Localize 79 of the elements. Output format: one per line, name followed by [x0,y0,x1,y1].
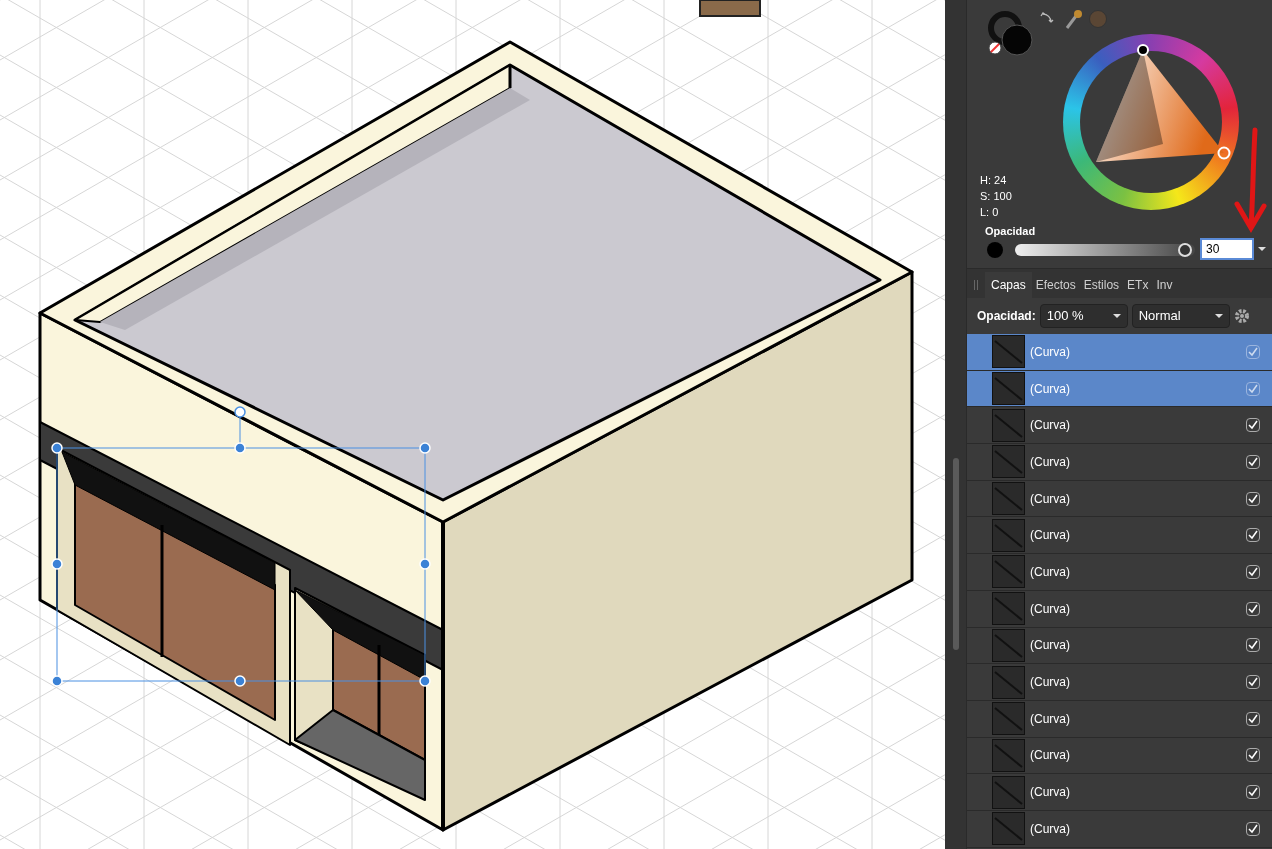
layer-row[interactable]: (Curva) [967,554,1272,591]
box-drawing [699,0,761,17]
visibility-checkbox[interactable] [1246,491,1260,506]
visibility-checkbox[interactable] [1246,638,1260,653]
layer-thumbnail [992,738,1025,772]
panel-tab[interactable]: Capas [985,272,1032,298]
color-value-label: L: 0 [980,205,1000,220]
layer-row[interactable]: (Curva) [967,627,1272,665]
layer-row[interactable]: (Curva) [967,517,1272,555]
visibility-checkbox[interactable] [1246,564,1260,579]
layer-name: (Curva) [1030,600,1071,618]
color-swatch[interactable] [1089,10,1107,28]
layer-row[interactable]: (Curva) [967,480,1272,518]
layer-row[interactable]: (Curva) [967,810,1272,848]
color-value-label: H: 24 [980,173,1008,188]
visibility-checkbox[interactable] [1246,381,1260,396]
layer-name: (Curva) [1030,674,1071,692]
layer-thumbnail [992,445,1025,479]
layer-thumbnail [992,702,1025,736]
panel-tab[interactable]: Efectos [1031,272,1080,298]
stroke-fill-swatch[interactable] [985,10,1035,58]
color-value-label: S: 100 [980,189,1012,204]
panel-tab[interactable]: Estilos [1079,272,1124,298]
selection-box[interactable] [51,406,431,687]
visibility-checkbox[interactable] [1246,418,1260,433]
layer-row[interactable]: (Curva) [967,664,1272,701]
layer-name: (Curva) [1030,490,1071,508]
visibility-checkbox[interactable] [1246,344,1260,359]
visibility-checkbox[interactable] [1246,528,1260,543]
layer-row[interactable]: (Curva) [967,774,1272,811]
blend-mode-dropdown[interactable]: Normal [1131,304,1230,328]
layer-row[interactable]: (Curva) [967,444,1272,481]
layer-thumbnail [992,408,1025,442]
layer-name: (Curva) [1030,453,1071,471]
layer-name: (Curva) [1030,527,1071,545]
visibility-checkbox[interactable] [1246,711,1260,726]
scrollbar-thumb[interactable] [953,458,959,650]
visibility-checkbox[interactable] [1246,821,1260,836]
layer-thumbnail [992,482,1025,516]
opacity-slider[interactable] [1015,244,1195,256]
layer-thumbnail [992,372,1025,406]
layer-name: (Curva) [1030,747,1071,765]
layer-thumbnail [992,628,1025,662]
visibility-checkbox[interactable] [1246,454,1260,469]
opacity-dropdown[interactable]: 100 % [1039,304,1128,328]
layer-thumbnail [992,775,1025,809]
visibility-checkbox[interactable] [1246,748,1260,763]
opacity-label: Opacidad [985,224,1036,239]
settings-icon[interactable] [1233,308,1250,324]
slider-thumb[interactable] [1177,243,1192,257]
layer-row[interactable]: (Curva) [967,370,1272,408]
opacity-label: Opacidad: [977,308,1036,325]
visibility-checkbox[interactable] [1246,601,1260,616]
panel-tab[interactable]: ETx [1123,272,1153,298]
layer-name: (Curva) [1030,820,1071,838]
layer-name: (Curva) [1030,380,1071,398]
swap-icon[interactable] [1040,11,1054,25]
visibility-checkbox[interactable] [1246,675,1260,690]
layer-row[interactable]: (Curva) [967,590,1272,628]
layer-name: (Curva) [1030,637,1071,655]
layer-row[interactable]: (Curva) [967,407,1272,445]
layer-name: (Curva) [1030,784,1071,802]
visibility-checkbox[interactable] [1246,785,1260,800]
layer-name: (Curva) [1030,343,1071,361]
layer-thumbnail [992,555,1025,589]
eyedropper-icon[interactable] [1065,8,1083,30]
layer-name: (Curva) [1030,417,1071,435]
panel-tab[interactable]: Inv [1152,272,1177,298]
opacity-input[interactable]: 30 [1200,238,1254,260]
layer-thumbnail [992,812,1025,846]
layer-thumbnail [992,518,1025,552]
layer-name: (Curva) [1030,563,1071,581]
layer-thumbnail [992,665,1025,699]
layer-row[interactable]: (Curva) [967,334,1272,371]
layer-thumbnail [992,592,1025,626]
layer-row[interactable]: (Curva) [967,737,1272,775]
layer-row[interactable]: (Curva) [967,700,1272,738]
layer-thumbnail [992,335,1025,369]
layer-name: (Curva) [1030,710,1071,728]
